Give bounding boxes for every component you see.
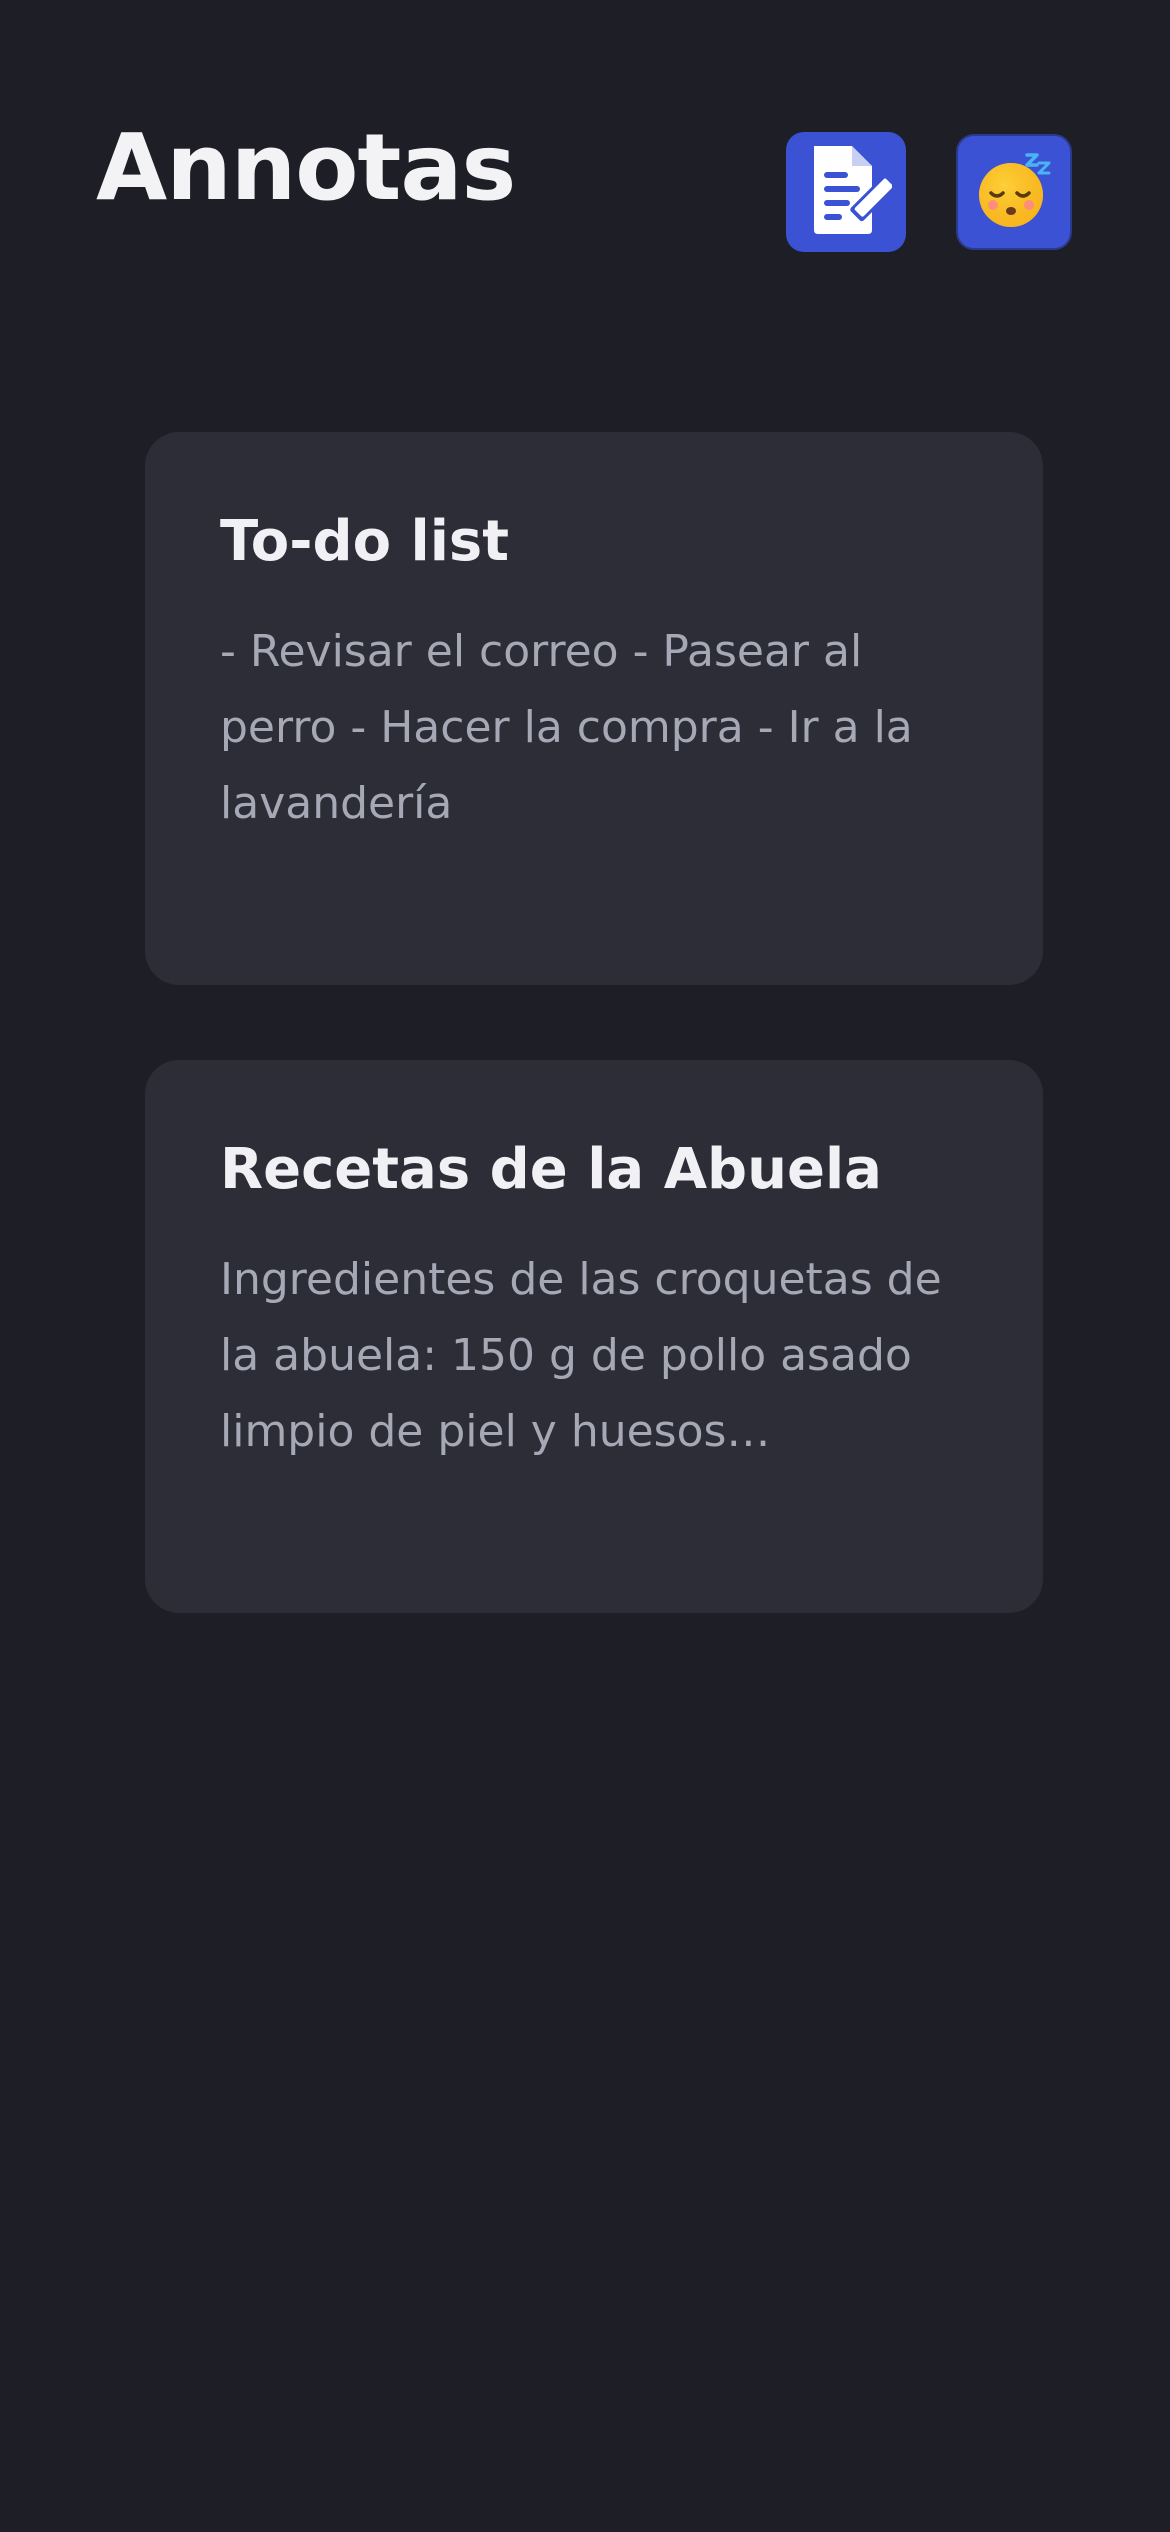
- theme-toggle-button[interactable]: [956, 134, 1072, 250]
- note-card[interactable]: To-do list - Revisar el correo - Pasear …: [145, 432, 1043, 985]
- new-note-button[interactable]: [786, 132, 906, 252]
- note-title: To-do list: [220, 509, 510, 574]
- app-title: Annotas: [96, 114, 516, 221]
- note-title: Recetas de la Abuela: [220, 1137, 882, 1202]
- document-edit-icon: [800, 142, 898, 242]
- note-preview: - Revisar el correo - Pasear al perro - …: [220, 626, 913, 829]
- note-preview: Ingredientes de las croquetas de la abue…: [220, 1254, 942, 1457]
- note-card[interactable]: Recetas de la Abuela Ingredientes de las…: [145, 1060, 1043, 1613]
- sleeping-face-icon: [973, 149, 1055, 235]
